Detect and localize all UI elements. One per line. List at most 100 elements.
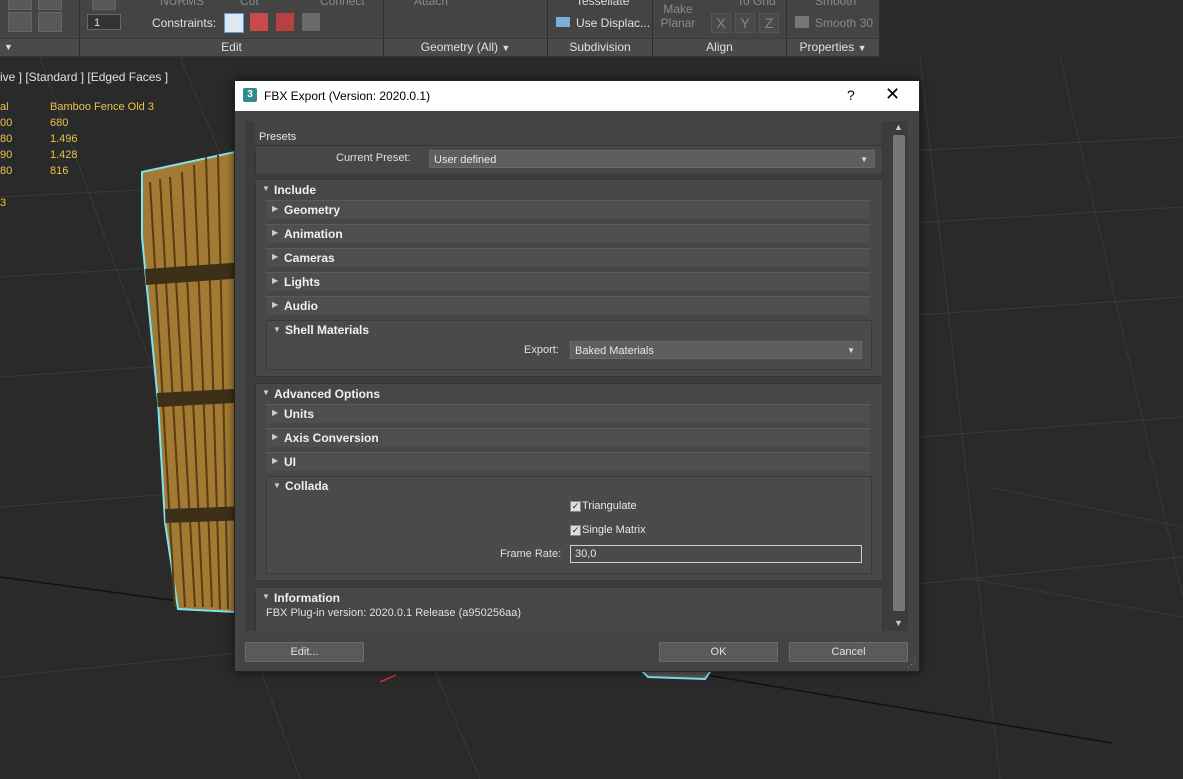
include-item-lights[interactable]: ▶ Lights [266,272,870,291]
make-planar-label[interactable]: Make Planar [660,2,696,30]
current-preset-dropdown[interactable]: User defined ▼ [429,150,875,168]
ribbon-panel-edit: NURMS Cut Connect 1 Constraints: Edit [80,0,384,56]
resize-grip-icon[interactable]: ⋰ [907,659,916,670]
ok-button[interactable]: OK [659,642,778,662]
vertical-scrollbar[interactable]: ▲ ▼ [891,121,908,631]
chevron-down-icon: ▼ [847,346,855,355]
nurms-label[interactable]: NURMS [160,0,204,8]
advanced-options-group: ▼ Advanced Options ▶ Units ▶ Axis Conversi… [255,383,883,581]
spinner-input[interactable]: 1 [87,14,121,30]
advanced-item-axis-conversion[interactable]: ▶ Axis Conversion [266,428,870,447]
item-label: Geometry [284,203,341,217]
ribbon-panel-geometry: Attach Geometry (All) ▼ [384,0,548,56]
stat-value: 816 [50,165,69,177]
constraint-none-icon[interactable] [224,13,244,33]
cut-label[interactable]: Cut [240,0,259,8]
ribbon-panel-selection: ▼ [0,0,80,56]
collapse-arrow-icon[interactable]: ▼ [262,592,270,601]
item-label: Animation [284,227,343,241]
ribbon-panel-label[interactable]: Properties ▼ [787,38,879,56]
viewport-label[interactable]: ive ] [Standard ] [Edged Faces ] [0,70,168,84]
information-header[interactable]: Information [274,591,340,605]
plugin-version-text: FBX Plug-in version: 2020.0.1 Release (a… [266,607,521,619]
include-header[interactable]: Include [274,183,316,197]
edit-button[interactable]: Edit... [245,642,364,662]
include-item-cameras[interactable]: ▶ Cameras [266,248,870,267]
include-item-audio[interactable]: ▶ Audio [266,296,870,315]
item-label: Axis Conversion [284,431,379,445]
settings-scroll-area[interactable]: Presets Current Preset: User defined ▼ ▼… [245,121,891,631]
advanced-item-units[interactable]: ▶ Units [266,404,870,423]
ribbon-icon[interactable] [92,0,116,10]
constraint-edge-icon[interactable] [250,13,268,31]
dialog-title: FBX Export (Version: 2020.0.1) [264,89,431,103]
attach-label[interactable]: Attach [414,0,448,8]
align-z-button[interactable]: Z [759,13,779,33]
properties-label: Properties [799,40,855,54]
stat-value: 680 [50,117,69,129]
collapse-arrow-icon[interactable]: ▼ [262,388,270,397]
ribbon-icon[interactable] [8,12,32,32]
connect-label[interactable]: Connect [320,0,365,8]
ribbon-icon[interactable] [8,0,32,10]
stat-left: 80 [0,133,13,145]
stat-left: 3 [0,197,7,209]
help-button[interactable]: ? [847,87,855,103]
single-matrix-label: Single Matrix [582,524,646,536]
close-button[interactable]: ✕ [885,84,900,105]
stat-left: 80 [0,165,13,177]
align-x-button[interactable]: X [711,13,731,33]
scroll-up-icon[interactable]: ▲ [894,122,903,132]
dialog-titlebar[interactable]: 3 FBX Export (Version: 2020.0.1) ? ✕ [235,81,919,111]
advanced-options-header[interactable]: Advanced Options [274,387,380,401]
ribbon-panel-label: Align [653,38,786,56]
smooth-30-icon[interactable] [795,16,809,28]
align-y-button[interactable]: Y [735,13,755,33]
collapse-arrow-icon[interactable]: ▼ [262,184,270,193]
expand-arrow-icon: ▶ [272,300,279,309]
export-dropdown[interactable]: Baked Materials ▼ [570,341,862,359]
triangulate-checkbox[interactable]: ✓ [570,501,581,512]
tessellate-label[interactable]: Tessellate [576,0,629,8]
stat-left: 00 [0,117,13,129]
include-item-animation[interactable]: ▶ Animation [266,224,870,243]
ribbon-panel-label: Edit [80,38,383,56]
smooth-label[interactable]: Smooth [815,0,856,8]
advanced-item-ui[interactable]: ▶ UI [266,452,870,471]
collada-header[interactable]: Collada [285,479,328,493]
triangulate-label: Triangulate [582,500,637,512]
ribbon-icon[interactable] [38,0,62,10]
use-displace-label[interactable]: Use Displac... [576,16,650,30]
shell-materials-header[interactable]: Shell Materials [285,323,369,337]
ribbon-icon[interactable] [38,12,62,32]
expand-arrow-icon: ▶ [272,432,279,441]
ribbon-panel-subdivision: Tessellate Use Displac... Subdivision [548,0,653,56]
ribbon-panel-properties: Smooth Smooth 30 Properties ▼ [787,0,880,56]
cancel-button[interactable]: Cancel [789,642,908,662]
smooth-30-label[interactable]: Smooth 30 [815,16,873,30]
constraint-normal-icon[interactable] [302,13,320,31]
fbx-export-dialog: 3 FBX Export (Version: 2020.0.1) ? ✕ Pre… [234,80,920,672]
stat-value: 1.428 [50,149,78,161]
dropdown-icon: ▼ [857,43,867,53]
frame-rate-input[interactable]: 30,0 [570,545,862,563]
stat-left: al [0,101,9,113]
to-grid-label[interactable]: To Grid [737,0,776,8]
ribbon-panel-label[interactable]: Geometry (All) ▼ [384,38,547,56]
single-matrix-checkbox[interactable]: ✓ [570,525,581,536]
expand-arrow-icon: ▶ [272,408,279,417]
constraint-face-icon[interactable] [276,13,294,31]
collapse-arrow-icon[interactable]: ▼ [273,325,281,334]
ribbon-panel-label[interactable]: ▼ [0,38,79,56]
expand-arrow-icon: ▶ [272,276,279,285]
ribbon-panel-align: Make Planar To Grid X Y Z Align [653,0,787,56]
expand-arrow-icon: ▶ [272,228,279,237]
expand-arrow-icon: ▶ [272,204,279,213]
collapse-arrow-icon[interactable]: ▼ [273,481,281,490]
use-displace-icon[interactable] [556,17,570,27]
current-preset-value: User defined [434,154,497,166]
include-item-geometry[interactable]: ▶ Geometry [266,200,870,219]
scroll-down-icon[interactable]: ▼ [894,618,903,628]
scroll-thumb[interactable] [893,135,905,611]
expand-arrow-icon: ▶ [272,456,279,465]
